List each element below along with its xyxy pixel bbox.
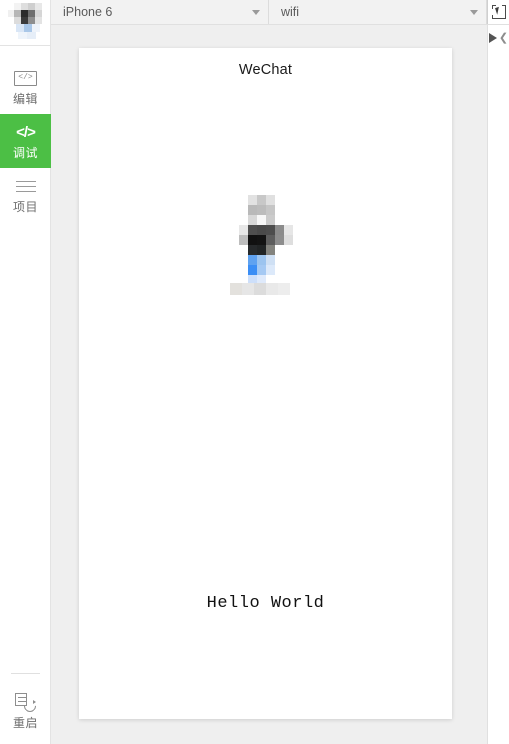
sidebar-divider bbox=[10, 673, 40, 674]
mosaic-pixel bbox=[27, 31, 36, 39]
sidebar-top-spacer bbox=[0, 46, 50, 60]
mosaic-pixel bbox=[256, 215, 266, 225]
mosaic-pixel bbox=[265, 225, 275, 235]
phone-nav-title: WeChat bbox=[238, 62, 293, 78]
mosaic-pixel bbox=[247, 215, 257, 225]
sidebar-item-edit[interactable]: </> 编辑 bbox=[0, 60, 51, 114]
mosaic-pixel bbox=[21, 2, 28, 10]
play-triangle-icon[interactable] bbox=[488, 33, 497, 43]
mosaic-pixel bbox=[16, 23, 24, 32]
mosaic-pixel bbox=[256, 265, 266, 275]
avatar-row bbox=[79, 195, 452, 295]
mosaic-pixel bbox=[35, 16, 42, 24]
mosaic-pixel bbox=[21, 9, 28, 17]
mosaic-pixel bbox=[247, 195, 257, 205]
mosaic-pixel bbox=[274, 235, 284, 245]
mosaic-pixel bbox=[24, 23, 32, 32]
debugger-rail: ❮ bbox=[487, 25, 509, 744]
mosaic-pixel bbox=[21, 16, 28, 24]
sidebar-item-debug-label: 调试 bbox=[12, 146, 38, 160]
mosaic-pixel bbox=[265, 235, 275, 245]
avatar[interactable] bbox=[8, 2, 42, 41]
mosaic-pixel bbox=[229, 283, 242, 295]
mosaic-pixel bbox=[256, 275, 266, 283]
mosaic-pixel bbox=[247, 235, 257, 245]
mosaic-pixel bbox=[14, 2, 21, 10]
mosaic-pixel bbox=[28, 16, 35, 24]
mosaic-pixel bbox=[247, 265, 257, 275]
mosaic-pixel bbox=[238, 225, 248, 235]
mosaic-pixel bbox=[247, 205, 257, 215]
mosaic-pixel bbox=[265, 265, 275, 275]
left-sidebar: </> 编辑 </> 调试 项目 重启 bbox=[0, 0, 51, 744]
mosaic-pixel bbox=[265, 215, 275, 225]
mosaic-pixel bbox=[283, 225, 293, 235]
mosaic-pixel bbox=[247, 275, 257, 283]
mosaic-pixel bbox=[18, 31, 27, 39]
device-select-value: iPhone 6 bbox=[63, 5, 113, 19]
phone-preview: WeChat Hello World bbox=[79, 48, 452, 719]
mosaic-pixel bbox=[28, 2, 35, 10]
mosaic-pixel bbox=[241, 283, 254, 295]
chevron-down-icon bbox=[470, 9, 478, 15]
mosaic-pixel bbox=[277, 283, 290, 295]
mosaic-pixel bbox=[265, 283, 278, 295]
chevron-left-icon[interactable]: ❮ bbox=[499, 32, 508, 44]
mosaic-pixel bbox=[253, 283, 266, 295]
code-brackets-icon: </> bbox=[16, 123, 36, 141]
mosaic-pixel bbox=[256, 225, 266, 235]
profile-avatar bbox=[229, 195, 302, 295]
hamburger-list-icon bbox=[15, 175, 36, 197]
mosaic-pixel bbox=[274, 225, 284, 235]
mosaic-pixel bbox=[28, 9, 35, 17]
mosaic-pixel bbox=[14, 9, 21, 17]
mosaic-pixel bbox=[247, 255, 257, 265]
simulator-stage: WeChat Hello World bbox=[51, 25, 487, 744]
mosaic-pixel bbox=[238, 235, 248, 245]
element-picker-icon bbox=[491, 4, 506, 19]
simulator-body: WeChat Hello World ❮ bbox=[51, 25, 509, 744]
mosaic-pixel bbox=[256, 195, 266, 205]
hello-world-text: Hello World bbox=[206, 594, 325, 613]
mosaic-pixel bbox=[256, 255, 266, 265]
mosaic-pixel bbox=[256, 245, 266, 255]
mosaic-pixel bbox=[265, 255, 275, 265]
mosaic-pixel bbox=[247, 225, 257, 235]
sidebar-item-project-label: 项目 bbox=[12, 200, 38, 214]
sidebar-flex-gap bbox=[0, 222, 50, 673]
mosaic-pixel bbox=[256, 235, 266, 245]
developer-tools-window: </> 编辑 </> 调试 项目 重启 iPhone 6 wifi WeChat… bbox=[0, 0, 509, 744]
mosaic-pixel bbox=[283, 235, 293, 245]
mosaic-pixel bbox=[265, 245, 275, 255]
device-select[interactable]: iPhone 6 bbox=[51, 0, 269, 24]
phone-content-area: Hello World bbox=[79, 92, 452, 719]
element-picker-button[interactable] bbox=[487, 0, 509, 24]
mosaic-pixel bbox=[265, 205, 275, 215]
avatar-container[interactable] bbox=[0, 0, 50, 46]
sidebar-item-restart-label: 重启 bbox=[12, 716, 38, 730]
rail-controls[interactable]: ❮ bbox=[488, 31, 508, 45]
mosaic-pixel bbox=[247, 245, 257, 255]
sidebar-item-restart[interactable]: 重启 bbox=[0, 684, 51, 744]
mosaic-pixel bbox=[35, 2, 42, 10]
mosaic-pixel bbox=[265, 195, 275, 205]
save-refresh-icon bbox=[15, 691, 39, 715]
main-column: iPhone 6 wifi WeChat Hello World ❮ bbox=[51, 0, 509, 744]
sidebar-item-project[interactable]: 项目 bbox=[0, 168, 51, 222]
simulator-toolbar: iPhone 6 wifi bbox=[51, 0, 509, 25]
sidebar-item-debug[interactable]: </> 调试 bbox=[0, 114, 51, 168]
mosaic-pixel bbox=[14, 16, 21, 24]
mosaic-pixel bbox=[32, 23, 40, 32]
phone-navigation-bar: WeChat bbox=[79, 48, 452, 92]
mosaic-pixel bbox=[35, 9, 42, 17]
sidebar-item-edit-label: 编辑 bbox=[12, 92, 38, 106]
chevron-down-icon bbox=[252, 9, 260, 15]
mosaic-pixel bbox=[256, 205, 266, 215]
network-select[interactable]: wifi bbox=[269, 0, 487, 24]
code-box-icon: </> bbox=[14, 67, 37, 89]
network-select-value: wifi bbox=[281, 5, 300, 19]
